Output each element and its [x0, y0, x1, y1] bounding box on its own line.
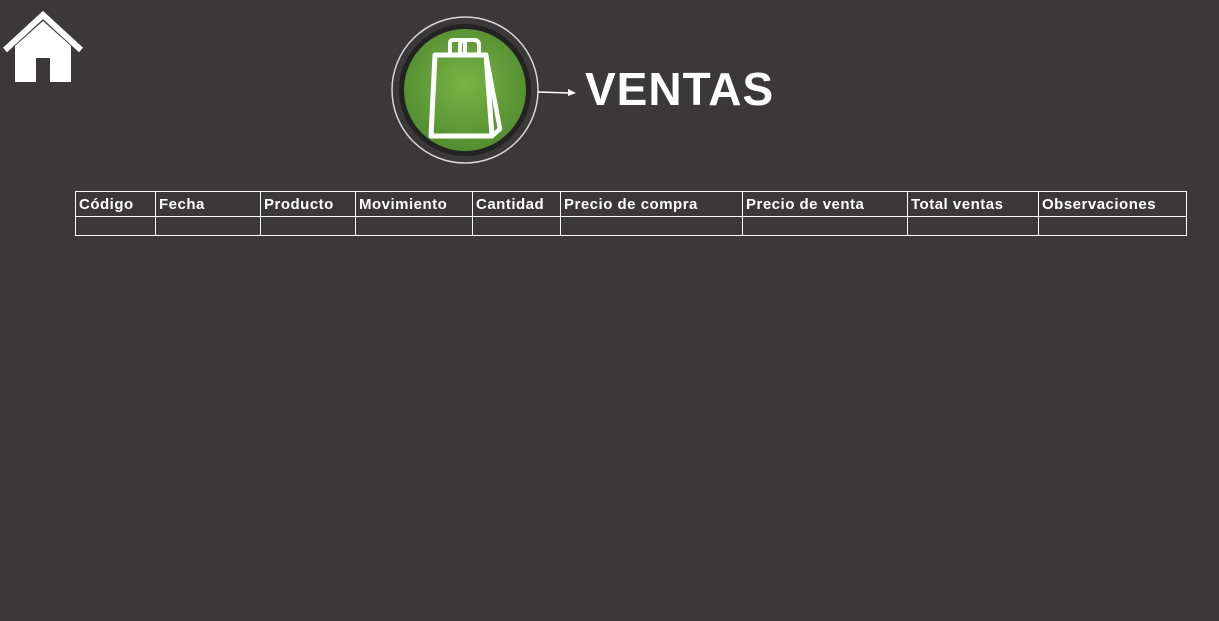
home-icon: [2, 10, 84, 82]
home-button[interactable]: [1, 8, 86, 84]
column-header-observaciones[interactable]: Observaciones: [1038, 191, 1187, 217]
column-header-precio-compra[interactable]: Precio de compra: [560, 191, 743, 217]
page-title: VENTAS: [585, 63, 775, 115]
table-cell[interactable]: [560, 216, 743, 236]
table-row[interactable]: [75, 216, 1187, 236]
column-header-cantidad[interactable]: Cantidad: [472, 191, 561, 217]
table-cell[interactable]: [75, 216, 156, 236]
column-header-codigo[interactable]: Código: [75, 191, 156, 217]
shopping-bag-icon: [391, 16, 539, 164]
table-cell[interactable]: [155, 216, 261, 236]
table-cell[interactable]: [1038, 216, 1187, 236]
column-header-total-ventas[interactable]: Total ventas: [907, 191, 1039, 217]
table-cell[interactable]: [355, 216, 473, 236]
table-cell[interactable]: [472, 216, 561, 236]
column-header-precio-venta[interactable]: Precio de venta: [742, 191, 908, 217]
column-header-fecha[interactable]: Fecha: [155, 191, 261, 217]
sales-table: Código Fecha Producto Movimiento Cantida…: [75, 191, 1187, 236]
arrow-right-icon: [537, 84, 578, 100]
table-header-row: Código Fecha Producto Movimiento Cantida…: [75, 191, 1187, 217]
column-header-movimiento[interactable]: Movimiento: [355, 191, 473, 217]
table-cell[interactable]: [742, 216, 908, 236]
table-cell[interactable]: [907, 216, 1039, 236]
sales-logo: [390, 13, 542, 168]
table-cell[interactable]: [260, 216, 356, 236]
column-header-producto[interactable]: Producto: [260, 191, 356, 217]
